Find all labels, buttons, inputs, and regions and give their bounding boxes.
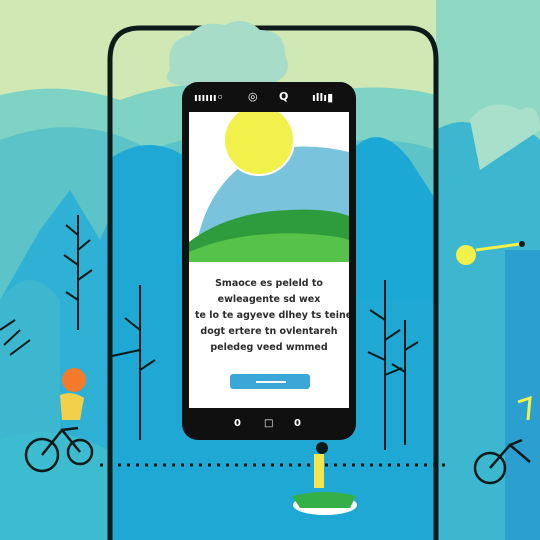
smartphone: ıııııı◦ ◎ Q ıllı▮ Smaoce es peleld to ew… — [182, 82, 356, 440]
navigation-bar: 0 □ 0 — [182, 410, 356, 440]
message-line: dogt ertere tn ovlentareh — [200, 326, 338, 337]
message-text: Smaoce es peleld to ewleagente sd wex te… — [195, 276, 349, 356]
status-bar: ıııııı◦ ◎ Q ıllı▮ — [182, 82, 356, 112]
carrier-text: ıııııı◦ — [194, 91, 224, 104]
app-screen: Smaoce es peleld to ewleagente sd wex te… — [189, 112, 349, 408]
back-button[interactable]: 0 — [234, 418, 241, 429]
message-line: Smaoce es peleld to — [215, 278, 323, 289]
message-line: peledeg veed wmmed — [210, 342, 328, 353]
search-icon[interactable]: Q — [279, 90, 288, 103]
message-line: te lo te agyeve dlhey ts teine — [195, 310, 349, 321]
message-line: ewleagente sd wex — [217, 294, 321, 305]
recents-button[interactable]: 0 — [294, 418, 301, 429]
home-button[interactable]: □ — [264, 418, 273, 429]
battery-icon: ıllı▮ — [312, 91, 334, 104]
horizontal-bar-icon — [256, 381, 286, 383]
location-icon: ◎ — [248, 90, 258, 103]
landscape-illustration — [189, 112, 349, 262]
continue-button[interactable] — [230, 374, 310, 389]
